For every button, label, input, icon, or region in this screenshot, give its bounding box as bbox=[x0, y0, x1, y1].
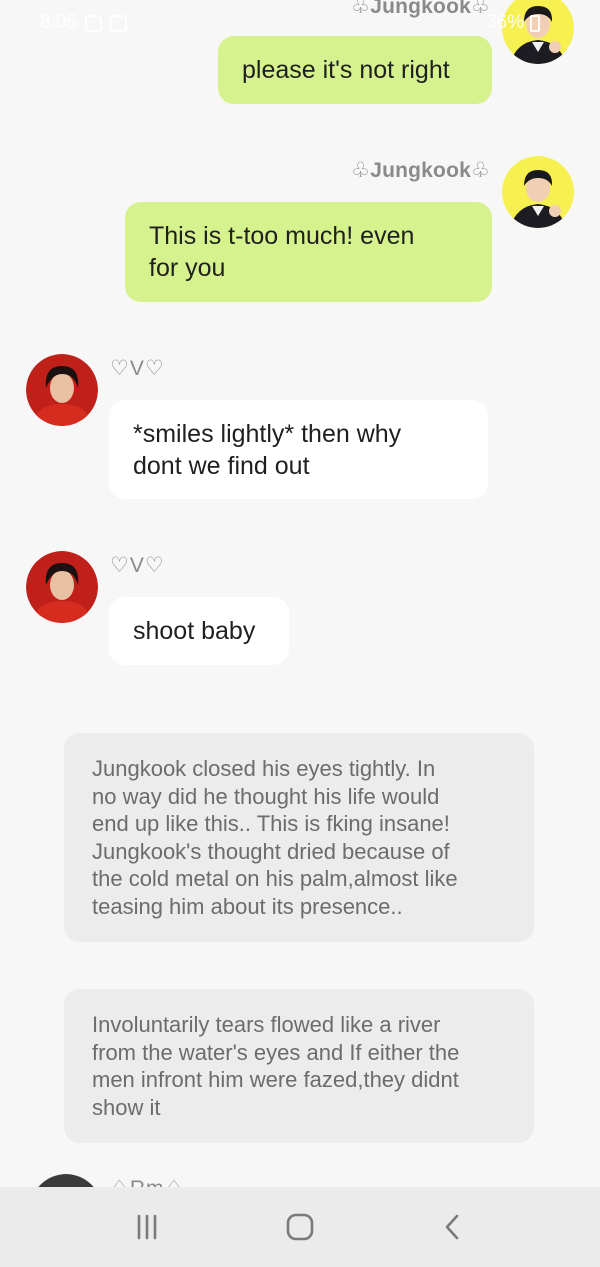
status-left: 8:05 bbox=[40, 12, 127, 34]
narration-line: from the water's eyes and If either the bbox=[92, 1039, 460, 1065]
narration-line: teasing him about its presence.. bbox=[92, 893, 403, 919]
notification-icon bbox=[84, 14, 102, 32]
narration-line: no way did he thought his life would bbox=[92, 783, 440, 809]
avatar-v[interactable] bbox=[26, 551, 98, 623]
message-text-line: dont we find out bbox=[133, 451, 310, 480]
narration-block: Jungkook closed his eyes tightly. In no … bbox=[64, 733, 534, 942]
avatar-v[interactable] bbox=[26, 354, 98, 426]
back-icon[interactable] bbox=[428, 1202, 478, 1252]
v-avatar-image bbox=[26, 551, 98, 623]
navigation-bar bbox=[0, 1187, 600, 1267]
jungkook-avatar-image bbox=[502, 156, 574, 228]
narration-line: Jungkook's thought dried because of bbox=[92, 838, 450, 864]
battery-percent: 36% bbox=[485, 12, 524, 33]
sender-name: ♡V♡ bbox=[110, 554, 165, 577]
narration-line: Involuntarily tears flowed like a river bbox=[92, 1012, 441, 1037]
narration-line: Jungkook closed his eyes tightly. In bbox=[92, 756, 436, 781]
message-bubble-outgoing: please it's not right bbox=[218, 36, 492, 104]
status-bar: 8:05 36% bbox=[40, 8, 540, 38]
narration-line: the cold metal on his palm,almost like bbox=[92, 866, 458, 891]
status-right: 36% bbox=[486, 12, 540, 34]
gallery-icon bbox=[109, 14, 127, 32]
status-time: 8:05 bbox=[40, 12, 77, 33]
narration-line: end up like this.. This is fking insane! bbox=[92, 811, 450, 836]
home-icon[interactable] bbox=[275, 1202, 325, 1252]
message-text: shoot baby bbox=[133, 617, 256, 645]
message-text-line: This is t-too much! even bbox=[149, 222, 415, 250]
message-text-line: *smiles lightly* then why bbox=[133, 419, 402, 448]
message-bubble-incoming: shoot baby bbox=[109, 597, 289, 665]
message-text: please it's not right bbox=[242, 56, 450, 84]
message-bubble-outgoing: This is t-too much! even for you bbox=[125, 202, 492, 302]
v-avatar-image bbox=[26, 354, 98, 426]
narration-block: Involuntarily tears flowed like a river … bbox=[64, 989, 534, 1143]
recent-apps-icon[interactable] bbox=[122, 1202, 172, 1252]
message-bubble-incoming: *smiles lightly* then why dont we find o… bbox=[109, 400, 488, 499]
narration-line: show it bbox=[92, 1094, 161, 1120]
sender-name: ♧Jungkook♧ bbox=[351, 159, 490, 182]
message-text-line: for you bbox=[149, 254, 226, 282]
battery-icon bbox=[530, 14, 540, 32]
avatar-jungkook[interactable] bbox=[502, 156, 574, 228]
sender-name: ♡V♡ bbox=[110, 357, 165, 380]
narration-line: men infront him were fazed,they didnt bbox=[92, 1067, 459, 1092]
